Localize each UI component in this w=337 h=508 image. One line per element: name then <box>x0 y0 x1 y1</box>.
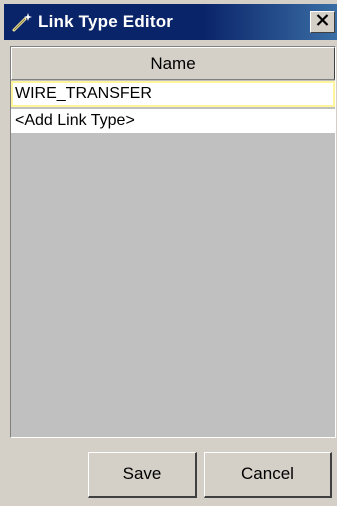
save-button[interactable]: Save <box>88 452 197 498</box>
link-type-editor-dialog: Link Type Editor Name WIRE_TRANSFER <Add… <box>0 0 337 506</box>
add-link-type-row[interactable]: <Add Link Type> <box>11 108 335 134</box>
column-header-name[interactable]: Name <box>11 47 335 80</box>
button-bar: Save Cancel <box>10 440 336 508</box>
close-icon <box>316 13 329 31</box>
title-bar[interactable]: Link Type Editor <box>4 4 337 40</box>
wand-icon <box>11 11 33 33</box>
cancel-button[interactable]: Cancel <box>204 452 332 498</box>
window-title: Link Type Editor <box>38 12 174 31</box>
link-type-table: Name WIRE_TRANSFER <Add Link Type> <box>10 46 336 438</box>
close-button[interactable] <box>310 11 335 33</box>
table-row[interactable]: WIRE_TRANSFER <box>11 81 335 107</box>
